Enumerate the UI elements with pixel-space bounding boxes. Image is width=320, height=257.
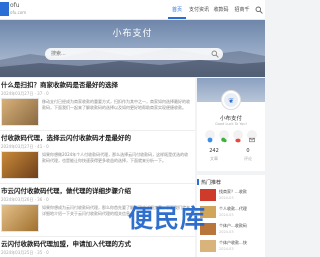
widget-accent-bar — [197, 179, 199, 185]
hot-post-title[interactable]: 个体户...收款码 — [219, 223, 263, 228]
divider — [0, 130, 195, 131]
wechat-icon[interactable] — [219, 130, 229, 143]
watermark-text: 便民库 — [128, 204, 207, 233]
post-title[interactable]: 市云闪付收款码代理，做代理的详细步骤介绍 — [1, 187, 193, 195]
post-title[interactable]: 什么是扫扣？商家收款码是否最好的选择 — [1, 81, 193, 89]
banner-search-box[interactable] — [45, 48, 223, 60]
nav-home[interactable]: 首页 — [168, 4, 186, 16]
profile-name: 小布支付 — [219, 116, 242, 122]
site-logo-subtext: ofu.com — [10, 10, 27, 15]
post-excerpt: 如果你想做2024年个人付收款码代理，那么选择云闪付收款码，这样既是优选的收款码… — [42, 152, 189, 163]
profile-tagline: Good Luck To You! — [215, 122, 247, 126]
nav-recruit[interactable]: 招商千 — [232, 4, 252, 16]
stat-articles-label: 文章 — [210, 156, 218, 161]
divider — [0, 236, 195, 237]
email-icon[interactable] — [247, 130, 257, 143]
hot-post-title[interactable]: 个人收款...代理 — [219, 206, 263, 211]
qq-icon[interactable] — [205, 130, 215, 143]
nav-payment-news[interactable]: 支付资讯 — [188, 4, 210, 16]
search-icon[interactable] — [255, 6, 263, 14]
hot-post-date: 2024-03 — [219, 230, 234, 234]
banner-search-input[interactable] — [51, 49, 211, 59]
post-excerpt: 移动支付已经成为商家收款的重要方式，扫扣作为其中之一，商家如何选择最好的收款码，… — [42, 99, 190, 110]
post-title[interactable]: 云闪付收款码代理加盟，申请加入代理的方式 — [1, 240, 193, 248]
hot-post-item[interactable]: 个体户收款...快 2024-03 — [200, 240, 264, 256]
hot-posts-title: 热门推荐 — [201, 180, 222, 186]
nav-qr-code[interactable]: 收款码 — [212, 4, 230, 16]
hot-posts-widget: 热门推荐 找商家？...收款 2024-03 个人收款...代理 2024-03… — [197, 175, 265, 257]
post-thumbnail[interactable] — [1, 98, 39, 126]
hot-post-thumbnail[interactable] — [200, 240, 216, 252]
hot-post-item[interactable]: 找商家？...收款 2024-03 — [200, 189, 264, 205]
divider — [0, 183, 195, 184]
hot-post-title[interactable]: 个体户收款...快 — [219, 240, 263, 245]
hot-post-date: 2024-03 — [219, 247, 234, 251]
banner-title: 小布支付 — [112, 29, 153, 39]
post-thumbnail[interactable] — [1, 204, 39, 232]
avatar[interactable]: ❦ — [221, 90, 241, 110]
hot-post-date: 2024-03 — [219, 196, 234, 200]
hot-post-thumbnail[interactable] — [200, 189, 216, 201]
post-meta: 2024年03月27日 · 41 · 0 — [1, 144, 49, 149]
avatar-icon: ❦ — [224, 93, 238, 107]
svg-text:❦: ❦ — [228, 97, 234, 105]
post-meta: 2024年03月27日 · 37 · 0 — [1, 91, 49, 96]
hot-post-item[interactable]: 个人收款...代理 2024-03 — [200, 206, 264, 222]
hot-post-date: 2024-03 — [219, 213, 234, 217]
stat-comments-count: 0 — [246, 148, 250, 154]
stat-comments-label: 评论 — [244, 156, 252, 161]
hot-post-title[interactable]: 找商家？...收款 — [219, 189, 263, 194]
stat-articles-count: 242 — [209, 148, 219, 154]
post-meta: 2024年03月26日 · 36 · 0 — [1, 197, 49, 202]
search-icon[interactable] — [211, 50, 219, 58]
post-meta: 2024年03月25日 · 35 · 0 — [1, 250, 49, 255]
hero-banner: 小布支付 — [0, 20, 265, 77]
weibo-icon[interactable] — [233, 130, 243, 143]
top-navbar: ofu ofu.com 首页 支付资讯 收款码 招商千 — [0, 0, 265, 20]
site-logo-text[interactable]: ofu — [10, 2, 20, 9]
nav-active-indicator — [168, 17, 186, 19]
hot-post-item[interactable]: 个体户...收款码 2024-03 — [200, 223, 264, 239]
site-logo[interactable] — [0, 2, 9, 16]
post-thumbnail[interactable] — [1, 151, 39, 179]
post-title[interactable]: 付收款码代理，选择云闪付收款码才是最好的 — [1, 134, 193, 142]
profile-card: ❦ 小布支付 Good Luck To You! 242 文章 0 评论 — [197, 78, 265, 171]
